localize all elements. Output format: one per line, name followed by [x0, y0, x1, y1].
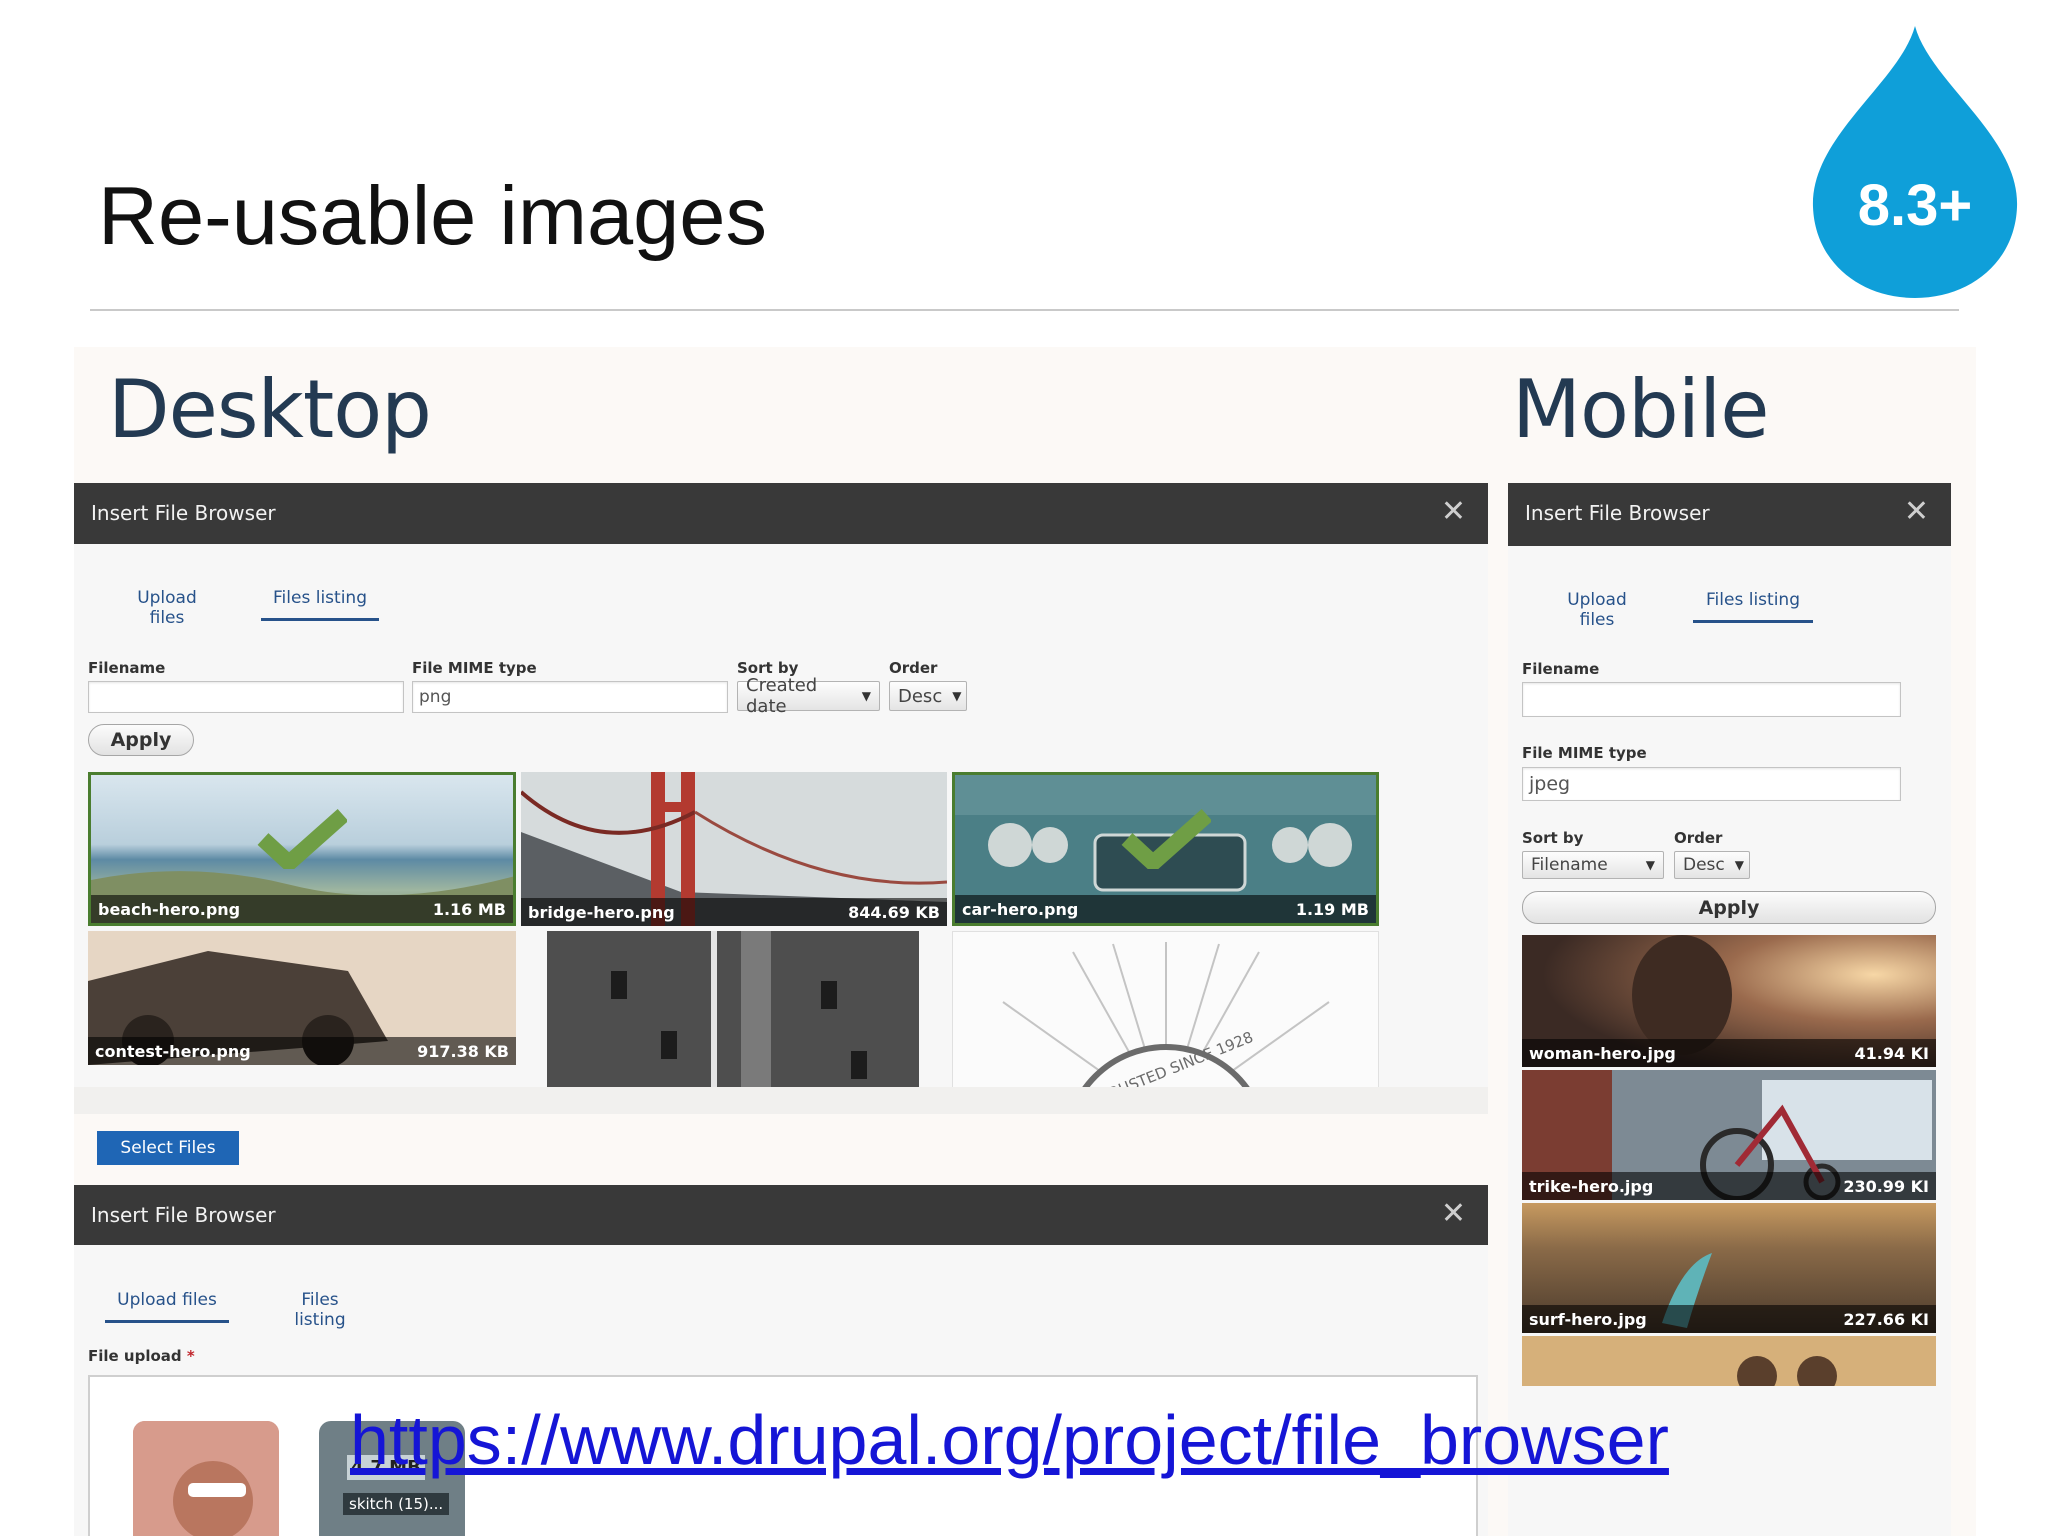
title-divider	[90, 309, 1959, 311]
mobile-heading: Mobile	[1512, 363, 1769, 456]
tab-upload-files[interactable]: Upload files	[105, 1290, 229, 1323]
desktop-upload-dialog-body: Upload files Files listing File upload *…	[74, 1245, 1488, 1536]
mobile-dialog-titlebar: Insert File Browser ✕	[1508, 483, 1951, 546]
screenshot-panel: Desktop Mobile Insert File Browser ✕ Upl…	[74, 347, 1976, 1536]
filename-label: Filename	[1522, 660, 1600, 678]
file-tile-contest[interactable]: contest-hero.png 917.38 KB	[88, 931, 516, 1065]
upload-thumbnail-person	[133, 1421, 279, 1536]
dialog-footer	[74, 1087, 1488, 1114]
sort-by-value: Created date	[746, 675, 818, 717]
file-tile-surf[interactable]: surf-hero.jpg 227.66 KI	[1522, 1203, 1936, 1333]
file-upload-label: File upload *	[88, 1347, 195, 1365]
file-tile-beach[interactable]: beach-hero.png 1.16 MB	[88, 772, 516, 926]
order-select[interactable]: Desc ▼	[1674, 851, 1750, 879]
file-size: 1.19 MB	[1295, 899, 1369, 919]
mime-type-label: File MIME type	[412, 659, 537, 677]
tile-caption: beach-hero.png 1.16 MB	[91, 895, 513, 923]
drupal-drop-icon	[1812, 26, 2018, 298]
filename-input[interactable]	[1522, 682, 1901, 717]
file-name: beach-hero.png	[98, 899, 241, 919]
person-thumbnail	[133, 1421, 279, 1536]
file-upload-label-text: File upload	[88, 1347, 182, 1365]
tab-upload-files[interactable]: Upload files	[1550, 590, 1644, 640]
mime-type-input[interactable]: png	[412, 681, 728, 713]
filename-input[interactable]	[88, 681, 404, 713]
chevron-down-icon: ▼	[861, 689, 871, 703]
desktop-heading: Desktop	[108, 363, 432, 456]
sort-by-value: Filename	[1531, 855, 1608, 875]
tile-caption: trike-hero.jpg 230.99 KI	[1522, 1172, 1936, 1200]
chevron-down-icon: ▼	[1734, 858, 1744, 872]
file-size: 230.99 KI	[1843, 1176, 1929, 1196]
file-tile-partial[interactable]	[1522, 1336, 1936, 1386]
desktop-listing-dialog-body: Upload files Files listing Filename File…	[74, 544, 1488, 1114]
dialog-title: Insert File Browser	[91, 501, 276, 525]
chevron-down-icon: ▼	[952, 689, 962, 703]
file-tile-woman[interactable]: woman-hero.jpg 41.94 KI	[1522, 935, 1936, 1067]
tab-upload-files[interactable]: Upload files	[120, 588, 214, 638]
file-size: 227.66 KI	[1843, 1309, 1929, 1329]
order-value: Desc	[898, 685, 943, 707]
tile-caption: contest-hero.png 917.38 KB	[88, 1037, 516, 1065]
file-tile-trike[interactable]: trike-hero.jpg 230.99 KI	[1522, 1070, 1936, 1200]
file-name: woman-hero.jpg	[1529, 1043, 1676, 1063]
file-tile-car[interactable]: car-hero.png 1.19 MB	[952, 772, 1379, 926]
dialog-title: Insert File Browser	[1525, 501, 1710, 525]
project-link[interactable]: https://www.drupal.org/project/file_brow…	[350, 1400, 1669, 1480]
file-tile-bridge[interactable]: bridge-hero.png 844.69 KB	[521, 772, 947, 926]
chevron-down-icon: ▼	[1645, 858, 1655, 872]
file-name: trike-hero.jpg	[1529, 1176, 1654, 1196]
order-label: Order	[889, 659, 938, 677]
version-badge: 8.3+	[1857, 173, 1973, 238]
tab-files-listing[interactable]: Files listing	[275, 1290, 365, 1340]
order-value: Desc	[1683, 855, 1725, 875]
slide-title: Re-usable images	[98, 169, 767, 262]
file-size: 41.94 KI	[1854, 1043, 1929, 1063]
file-size: 844.69 KB	[848, 902, 940, 922]
close-icon[interactable]: ✕	[1441, 1196, 1466, 1231]
file-size: 1.16 MB	[432, 899, 506, 919]
tab-files-listing[interactable]: Files listing	[261, 588, 379, 621]
mobile-dialog-body: Upload files Files listing Filename File…	[1508, 546, 1951, 1536]
apply-button[interactable]: Apply	[1522, 891, 1936, 924]
apply-button[interactable]: Apply	[88, 724, 194, 756]
dialog-title: Insert File Browser	[91, 1203, 276, 1227]
checkmark-icon	[257, 809, 347, 869]
couple-thumbnail	[1522, 1336, 1936, 1386]
close-icon[interactable]: ✕	[1441, 494, 1466, 529]
desktop-listing-dialog-titlebar: Insert File Browser ✕	[74, 483, 1488, 544]
checkmark-icon	[1121, 809, 1211, 869]
required-mark: *	[186, 1347, 195, 1365]
filename-label: Filename	[88, 659, 166, 677]
tile-caption: bridge-hero.png 844.69 KB	[521, 898, 947, 926]
order-select[interactable]: Desc ▼	[889, 681, 967, 711]
order-label: Order	[1674, 829, 1723, 847]
upload-caption: skitch (15)...	[343, 1493, 450, 1515]
desktop-upload-dialog-titlebar: Insert File Browser ✕	[74, 1185, 1488, 1245]
sort-by-select[interactable]: Filename ▼	[1522, 851, 1664, 879]
file-name: surf-hero.jpg	[1529, 1309, 1647, 1329]
close-icon[interactable]: ✕	[1904, 494, 1929, 529]
file-name: car-hero.png	[962, 899, 1079, 919]
file-name: bridge-hero.png	[528, 902, 675, 922]
mime-type-input[interactable]: jpeg	[1522, 767, 1901, 801]
sort-by-label: Sort by	[1522, 829, 1584, 847]
sort-by-select[interactable]: Created date ▼	[737, 675, 880, 717]
tile-caption: woman-hero.jpg 41.94 KI	[1522, 1039, 1936, 1067]
tile-caption: car-hero.png 1.19 MB	[955, 895, 1376, 923]
tab-files-listing[interactable]: Files listing	[1693, 590, 1813, 623]
file-size: 917.38 KB	[417, 1041, 509, 1061]
select-files-button[interactable]: Select Files	[97, 1131, 239, 1165]
tile-caption: surf-hero.jpg 227.66 KI	[1522, 1305, 1936, 1333]
mime-type-label: File MIME type	[1522, 744, 1647, 762]
file-name: contest-hero.png	[95, 1041, 251, 1061]
